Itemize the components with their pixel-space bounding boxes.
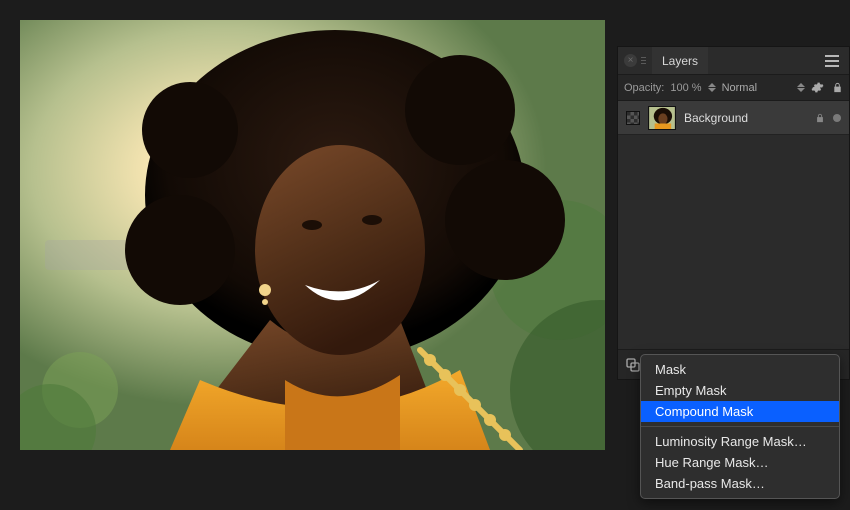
layer-name: Background [684,111,807,125]
document-photo [20,20,605,450]
panel-grip[interactable] [641,57,646,64]
canvas-area[interactable] [20,20,605,450]
menu-separator [641,426,839,427]
checkerboard-icon [626,111,640,125]
layer-list: Background [618,101,849,349]
tab-label: Layers [662,54,698,68]
opacity-stepper[interactable] [708,83,716,92]
menu-item-compound-mask[interactable]: Compound Mask [641,401,839,422]
blend-mode-stepper[interactable] [797,83,805,92]
close-panel-button[interactable]: × [624,54,637,67]
opacity-value[interactable]: 100 % [670,82,701,94]
gear-icon[interactable] [811,81,824,94]
layer-lock-icon[interactable] [815,112,825,124]
visibility-dot[interactable] [833,114,841,122]
layers-panel: × Layers Opacity: 100 % Normal [617,46,850,380]
menu-item-luminosity-range-mask[interactable]: Luminosity Range Mask… [641,431,839,452]
opacity-label: Opacity: [624,82,664,94]
mask-context-menu: Mask Empty Mask Compound Mask Luminosity… [640,354,840,499]
opacity-row: Opacity: 100 % Normal [618,75,849,101]
panel-header: × Layers [618,47,849,75]
menu-item-band-pass-mask[interactable]: Band-pass Mask… [641,473,839,494]
panel-menu-button[interactable] [821,51,843,71]
tab-layers[interactable]: Layers [652,47,708,74]
menu-item-empty-mask[interactable]: Empty Mask [641,380,839,401]
lock-icon[interactable] [832,81,843,94]
menu-item-hue-range-mask[interactable]: Hue Range Mask… [641,452,839,473]
layer-thumbnail[interactable] [648,106,676,130]
layer-row[interactable]: Background [618,101,849,135]
blend-mode-select[interactable]: Normal [722,82,791,94]
menu-item-mask[interactable]: Mask [641,359,839,380]
